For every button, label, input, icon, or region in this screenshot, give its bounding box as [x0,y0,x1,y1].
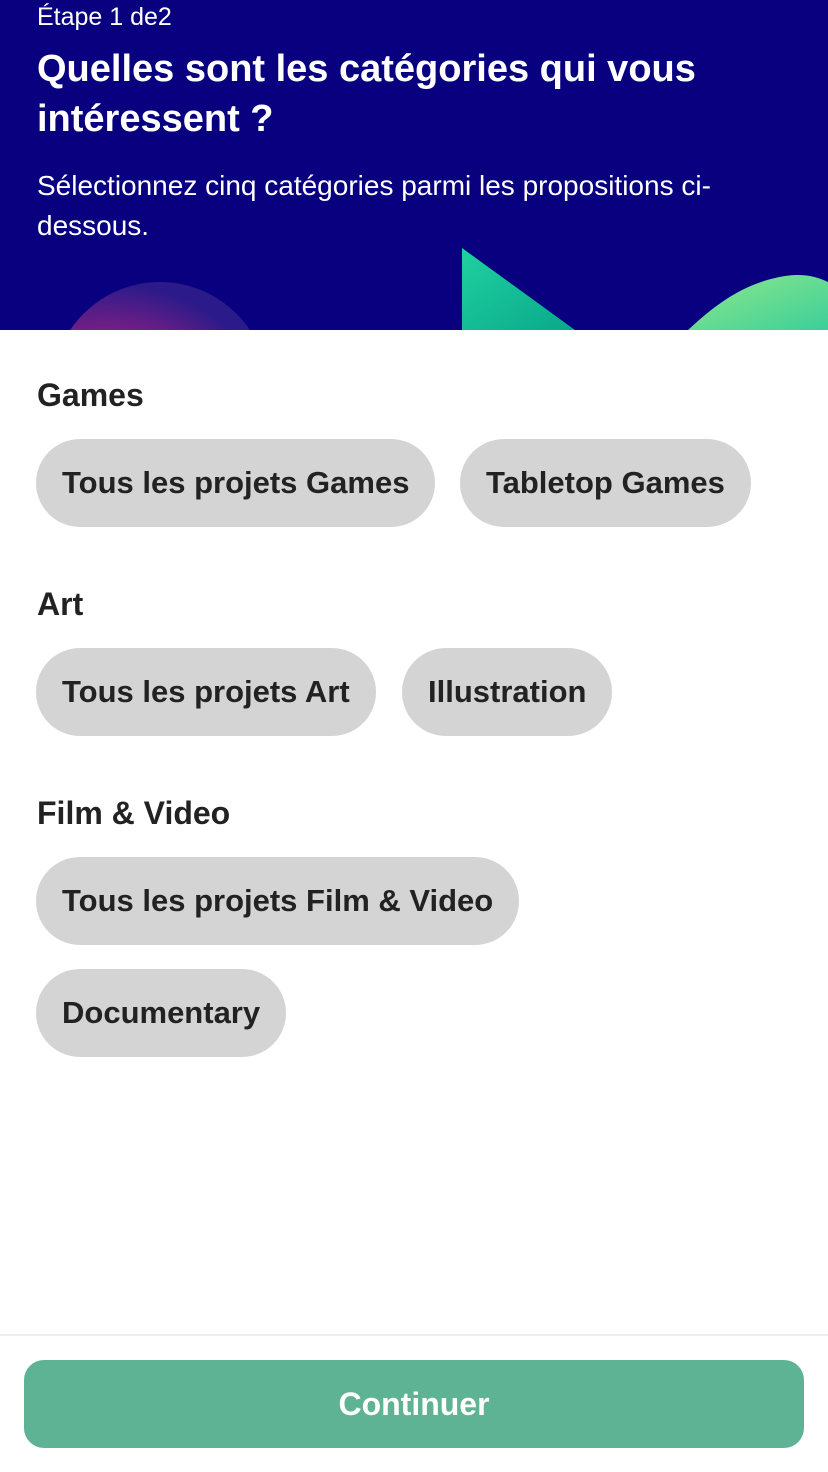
section-title-games: Games [37,377,144,413]
footer-divider [0,1334,828,1336]
header-banner: Étape 1 de2 Quelles sont les catégories … [0,0,828,330]
chip-all-film-video[interactable]: Tous les projets Film & Video [36,857,520,945]
section-title-film-video: Film & Video [37,795,231,831]
chip-documentary[interactable]: Documentary [36,969,287,1057]
pink-blob-shape [70,282,250,330]
lime-wave-shape [688,275,828,330]
chip-all-games[interactable]: Tous les projets Games [36,439,436,527]
page-subtitle: Sélectionnez cinq catégories parmi les p… [37,170,711,241]
continue-button[interactable]: Continuer [24,1360,804,1448]
teal-triangle-shape [462,248,575,330]
chip-all-art[interactable]: Tous les projets Art [36,648,376,736]
chip-illustration[interactable]: Illustration [402,648,613,736]
section-title-art: Art [37,586,84,622]
chip-tabletop-games[interactable]: Tabletop Games [460,439,751,527]
page-title: Quelles sont les catégories qui vous int… [37,48,696,140]
onboarding-screen: Étape 1 de2 Quelles sont les catégories … [0,0,828,1472]
step-indicator: Étape 1 de2 [37,3,172,31]
